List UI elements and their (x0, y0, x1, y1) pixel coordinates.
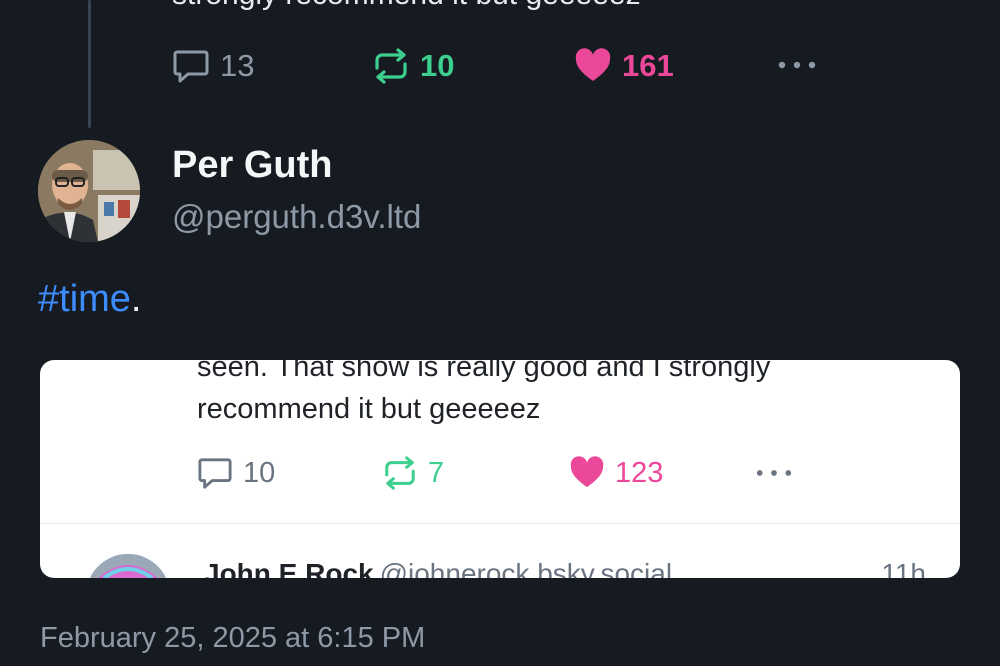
embedded-text-line: seen. That show is really good and I str… (197, 360, 771, 383)
parent-like-count: 161 (622, 48, 674, 83)
embed-next-author-handle: @johnerock.bsky.social (379, 558, 673, 578)
embed-like-button[interactable]: 123 (569, 456, 663, 490)
repost-icon (375, 48, 407, 84)
parent-more-button[interactable] (776, 58, 818, 72)
like-icon (570, 456, 604, 488)
parent-post-text: strongly recommend it but geeeeez (172, 0, 641, 12)
more-icon (756, 470, 792, 476)
embedded-post-text: seen. That show is really good and I str… (197, 360, 937, 430)
like-icon (575, 48, 611, 81)
avatar[interactable] (38, 140, 140, 242)
embed-more-button[interactable] (754, 466, 794, 480)
post-timestamp: February 25, 2025 at 6:15 PM (40, 622, 426, 654)
embedded-post-card[interactable]: seen. That show is really good and I str… (40, 360, 960, 578)
parent-reply-count: 13 (220, 48, 255, 83)
more-icon (778, 61, 816, 69)
embed-next-author[interactable]: John E Rock @johnerock.bsky.social (204, 558, 672, 578)
embed-reply-count: 10 (243, 456, 276, 489)
avatar-photo (86, 554, 170, 578)
hashtag-link[interactable]: #time (38, 278, 131, 320)
parent-reply-button[interactable]: 13 (172, 48, 254, 84)
embed-reply-button[interactable]: 10 (197, 456, 275, 490)
embed-like-count: 123 (615, 456, 664, 489)
post-text: #time. (38, 278, 141, 321)
embed-next-author-name: John E Rock (204, 558, 374, 578)
handle[interactable]: @perguth.d3v.ltd (172, 198, 421, 236)
avatar-photo (38, 140, 140, 242)
embed-divider (40, 523, 960, 524)
embed-next-time: 11h (881, 558, 926, 578)
parent-repost-button[interactable]: 10 (372, 48, 454, 84)
embed-repost-count: 7 (428, 456, 445, 489)
parent-like-button[interactable]: 161 (574, 48, 674, 84)
reply-icon (173, 50, 209, 83)
parent-repost-count: 10 (420, 48, 455, 83)
display-name[interactable]: Per Guth (172, 144, 332, 187)
embed-next-avatar[interactable] (86, 554, 170, 578)
repost-icon (385, 456, 415, 490)
post-text-rest: . (130, 278, 142, 320)
reply-icon (198, 458, 232, 489)
embedded-text-line: recommend it but geeeeez (197, 393, 541, 425)
thread-line (88, 0, 91, 128)
embed-repost-button[interactable]: 7 (382, 456, 444, 490)
